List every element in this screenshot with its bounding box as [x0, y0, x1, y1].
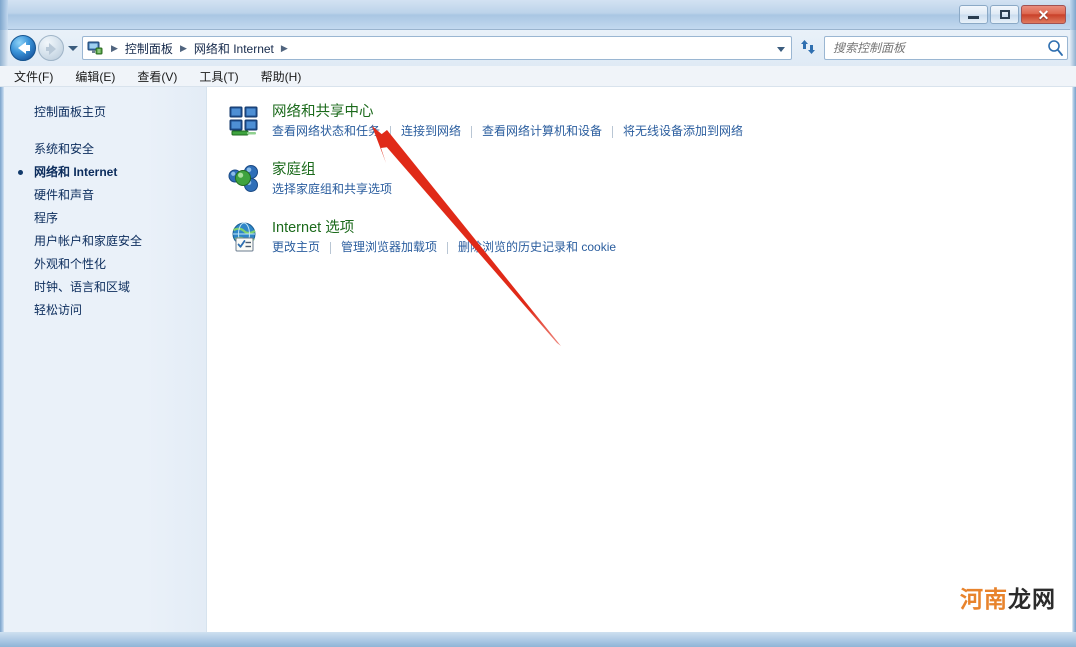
- window-titlebar: ✕: [0, 0, 1076, 30]
- menu-item-tools[interactable]: 工具(T): [199, 68, 238, 85]
- refresh-icon: [801, 40, 815, 54]
- menu-bar: 文件(F) 编辑(E) 查看(V) 工具(T) 帮助(H): [0, 66, 1076, 87]
- maximize-icon: [999, 10, 1010, 19]
- close-icon: ✕: [1037, 6, 1050, 23]
- category-links: 更改主页 管理浏览器加载项 删除浏览的历史记录和 cookie: [272, 239, 1072, 256]
- close-button[interactable]: ✕: [1021, 5, 1066, 24]
- minimize-icon: [968, 16, 979, 19]
- link-divider: [447, 241, 449, 254]
- sidebar-item-hardware-sound[interactable]: 硬件和声音: [4, 184, 206, 207]
- sidebar-item-programs[interactable]: 程序: [4, 207, 206, 230]
- window-controls: ✕: [959, 5, 1066, 24]
- homegroup-icon: [228, 163, 262, 197]
- sidebar: 控制面板主页 系统和安全 网络和 Internet 硬件和声音 程序 用户帐户和…: [4, 87, 207, 632]
- link-manage-browser-addons[interactable]: 管理浏览器加载项: [341, 239, 437, 256]
- back-arrow-tail: [24, 45, 30, 51]
- sidebar-item-label: 网络和 Internet: [34, 165, 118, 179]
- sidebar-item-appearance[interactable]: 外观和个性化: [4, 253, 206, 276]
- category-title[interactable]: Internet 选项: [272, 219, 354, 238]
- window-right-border: [1072, 87, 1076, 632]
- search-input[interactable]: [825, 41, 1045, 55]
- menu-item-edit[interactable]: 编辑(E): [75, 68, 115, 85]
- link-change-homepage[interactable]: 更改主页: [272, 239, 320, 256]
- link-divider: [612, 125, 614, 138]
- back-button[interactable]: [10, 35, 36, 61]
- navigation-bar: ▶ 控制面板 ▶ 网络和 Internet ▶: [0, 30, 1076, 66]
- sidebar-item-network-internet[interactable]: 网络和 Internet: [4, 161, 206, 184]
- link-divider: [330, 241, 332, 254]
- breadcrumb-separator-0: ▶: [111, 42, 118, 53]
- watermark-part-1: 河南: [960, 587, 1008, 613]
- search-icon[interactable]: [1045, 37, 1067, 59]
- link-choose-homegroup-options[interactable]: 选择家庭组和共享选项: [272, 181, 392, 198]
- titlebar-left-edge: [0, 0, 8, 30]
- active-bullet-icon: [18, 170, 23, 175]
- forward-button[interactable]: [38, 35, 64, 61]
- network-sharing-icon: [228, 105, 262, 139]
- forward-arrow-icon: [46, 43, 56, 55]
- link-view-network-status[interactable]: 查看网络状态和任务: [272, 123, 380, 140]
- link-delete-browsing-history[interactable]: 删除浏览的历史记录和 cookie: [458, 239, 616, 256]
- category-network-sharing-center: 网络和共享中心 查看网络状态和任务 连接到网络 查看网络计算机和设备 将无线设备…: [208, 103, 1072, 145]
- control-panel-icon: [86, 39, 104, 57]
- menu-item-file[interactable]: 文件(F): [14, 68, 53, 85]
- category-internet-options: Internet 选项 更改主页 管理浏览器加载项 删除浏览的历史记录和 coo…: [208, 219, 1072, 261]
- category-links: 选择家庭组和共享选项: [272, 181, 1072, 198]
- link-divider: [471, 125, 473, 138]
- titlebar-right-edge: [1070, 0, 1076, 30]
- link-add-wireless-device[interactable]: 将无线设备添加到网络: [623, 123, 743, 140]
- category-homegroup: 家庭组 选择家庭组和共享选项: [208, 161, 1072, 203]
- address-bar[interactable]: ▶ 控制面板 ▶ 网络和 Internet ▶: [82, 36, 792, 60]
- menu-item-help[interactable]: 帮助(H): [261, 68, 302, 85]
- breadcrumb-separator-1: ▶: [179, 42, 187, 53]
- minimize-button[interactable]: [959, 5, 988, 24]
- address-dropdown-icon[interactable]: [777, 47, 785, 52]
- link-connect-to-network[interactable]: 连接到网络: [401, 123, 461, 140]
- sidebar-item-user-accounts[interactable]: 用户帐户和家庭安全: [4, 230, 206, 253]
- breadcrumb-separator-2: ▶: [280, 42, 288, 53]
- navbar-left-edge: [0, 30, 8, 66]
- refresh-button[interactable]: [798, 39, 818, 57]
- link-divider: [390, 125, 392, 138]
- sidebar-item-ease-of-access[interactable]: 轻松访问: [4, 299, 206, 322]
- window-bottom-border: [0, 632, 1076, 647]
- content-area: 网络和共享中心 查看网络状态和任务 连接到网络 查看网络计算机和设备 将无线设备…: [208, 87, 1072, 632]
- control-panel-window: ✕ ▶ 控制面板 ▶ 网络和 Internet ▶ 搜索控制面板 文件(F) 编…: [0, 0, 1076, 647]
- menu-item-view[interactable]: 查看(V): [137, 68, 177, 85]
- category-title[interactable]: 网络和共享中心: [272, 103, 374, 122]
- window-body: 控制面板主页 系统和安全 网络和 Internet 硬件和声音 程序 用户帐户和…: [0, 87, 1076, 632]
- breadcrumb-item-network-internet[interactable]: 网络和 Internet: [191, 39, 277, 58]
- history-dropdown-icon[interactable]: [68, 46, 78, 51]
- link-view-network-computers[interactable]: 查看网络计算机和设备: [482, 123, 602, 140]
- category-title[interactable]: 家庭组: [272, 161, 316, 180]
- watermark: 河南龙网: [960, 580, 1056, 614]
- sidebar-item-control-panel-home[interactable]: 控制面板主页: [4, 101, 206, 124]
- category-links: 查看网络状态和任务 连接到网络 查看网络计算机和设备 将无线设备添加到网络: [272, 123, 1072, 140]
- sidebar-item-system-security[interactable]: 系统和安全: [4, 138, 206, 161]
- search-box[interactable]: [824, 36, 1068, 60]
- maximize-button[interactable]: [990, 5, 1019, 24]
- internet-options-icon: [228, 221, 262, 255]
- sidebar-item-clock-language[interactable]: 时钟、语言和区域: [4, 276, 206, 299]
- navbar-right-edge: [1070, 30, 1076, 66]
- breadcrumb-item-control-panel[interactable]: 控制面板: [122, 39, 176, 58]
- watermark-part-2: 龙网: [1008, 587, 1056, 613]
